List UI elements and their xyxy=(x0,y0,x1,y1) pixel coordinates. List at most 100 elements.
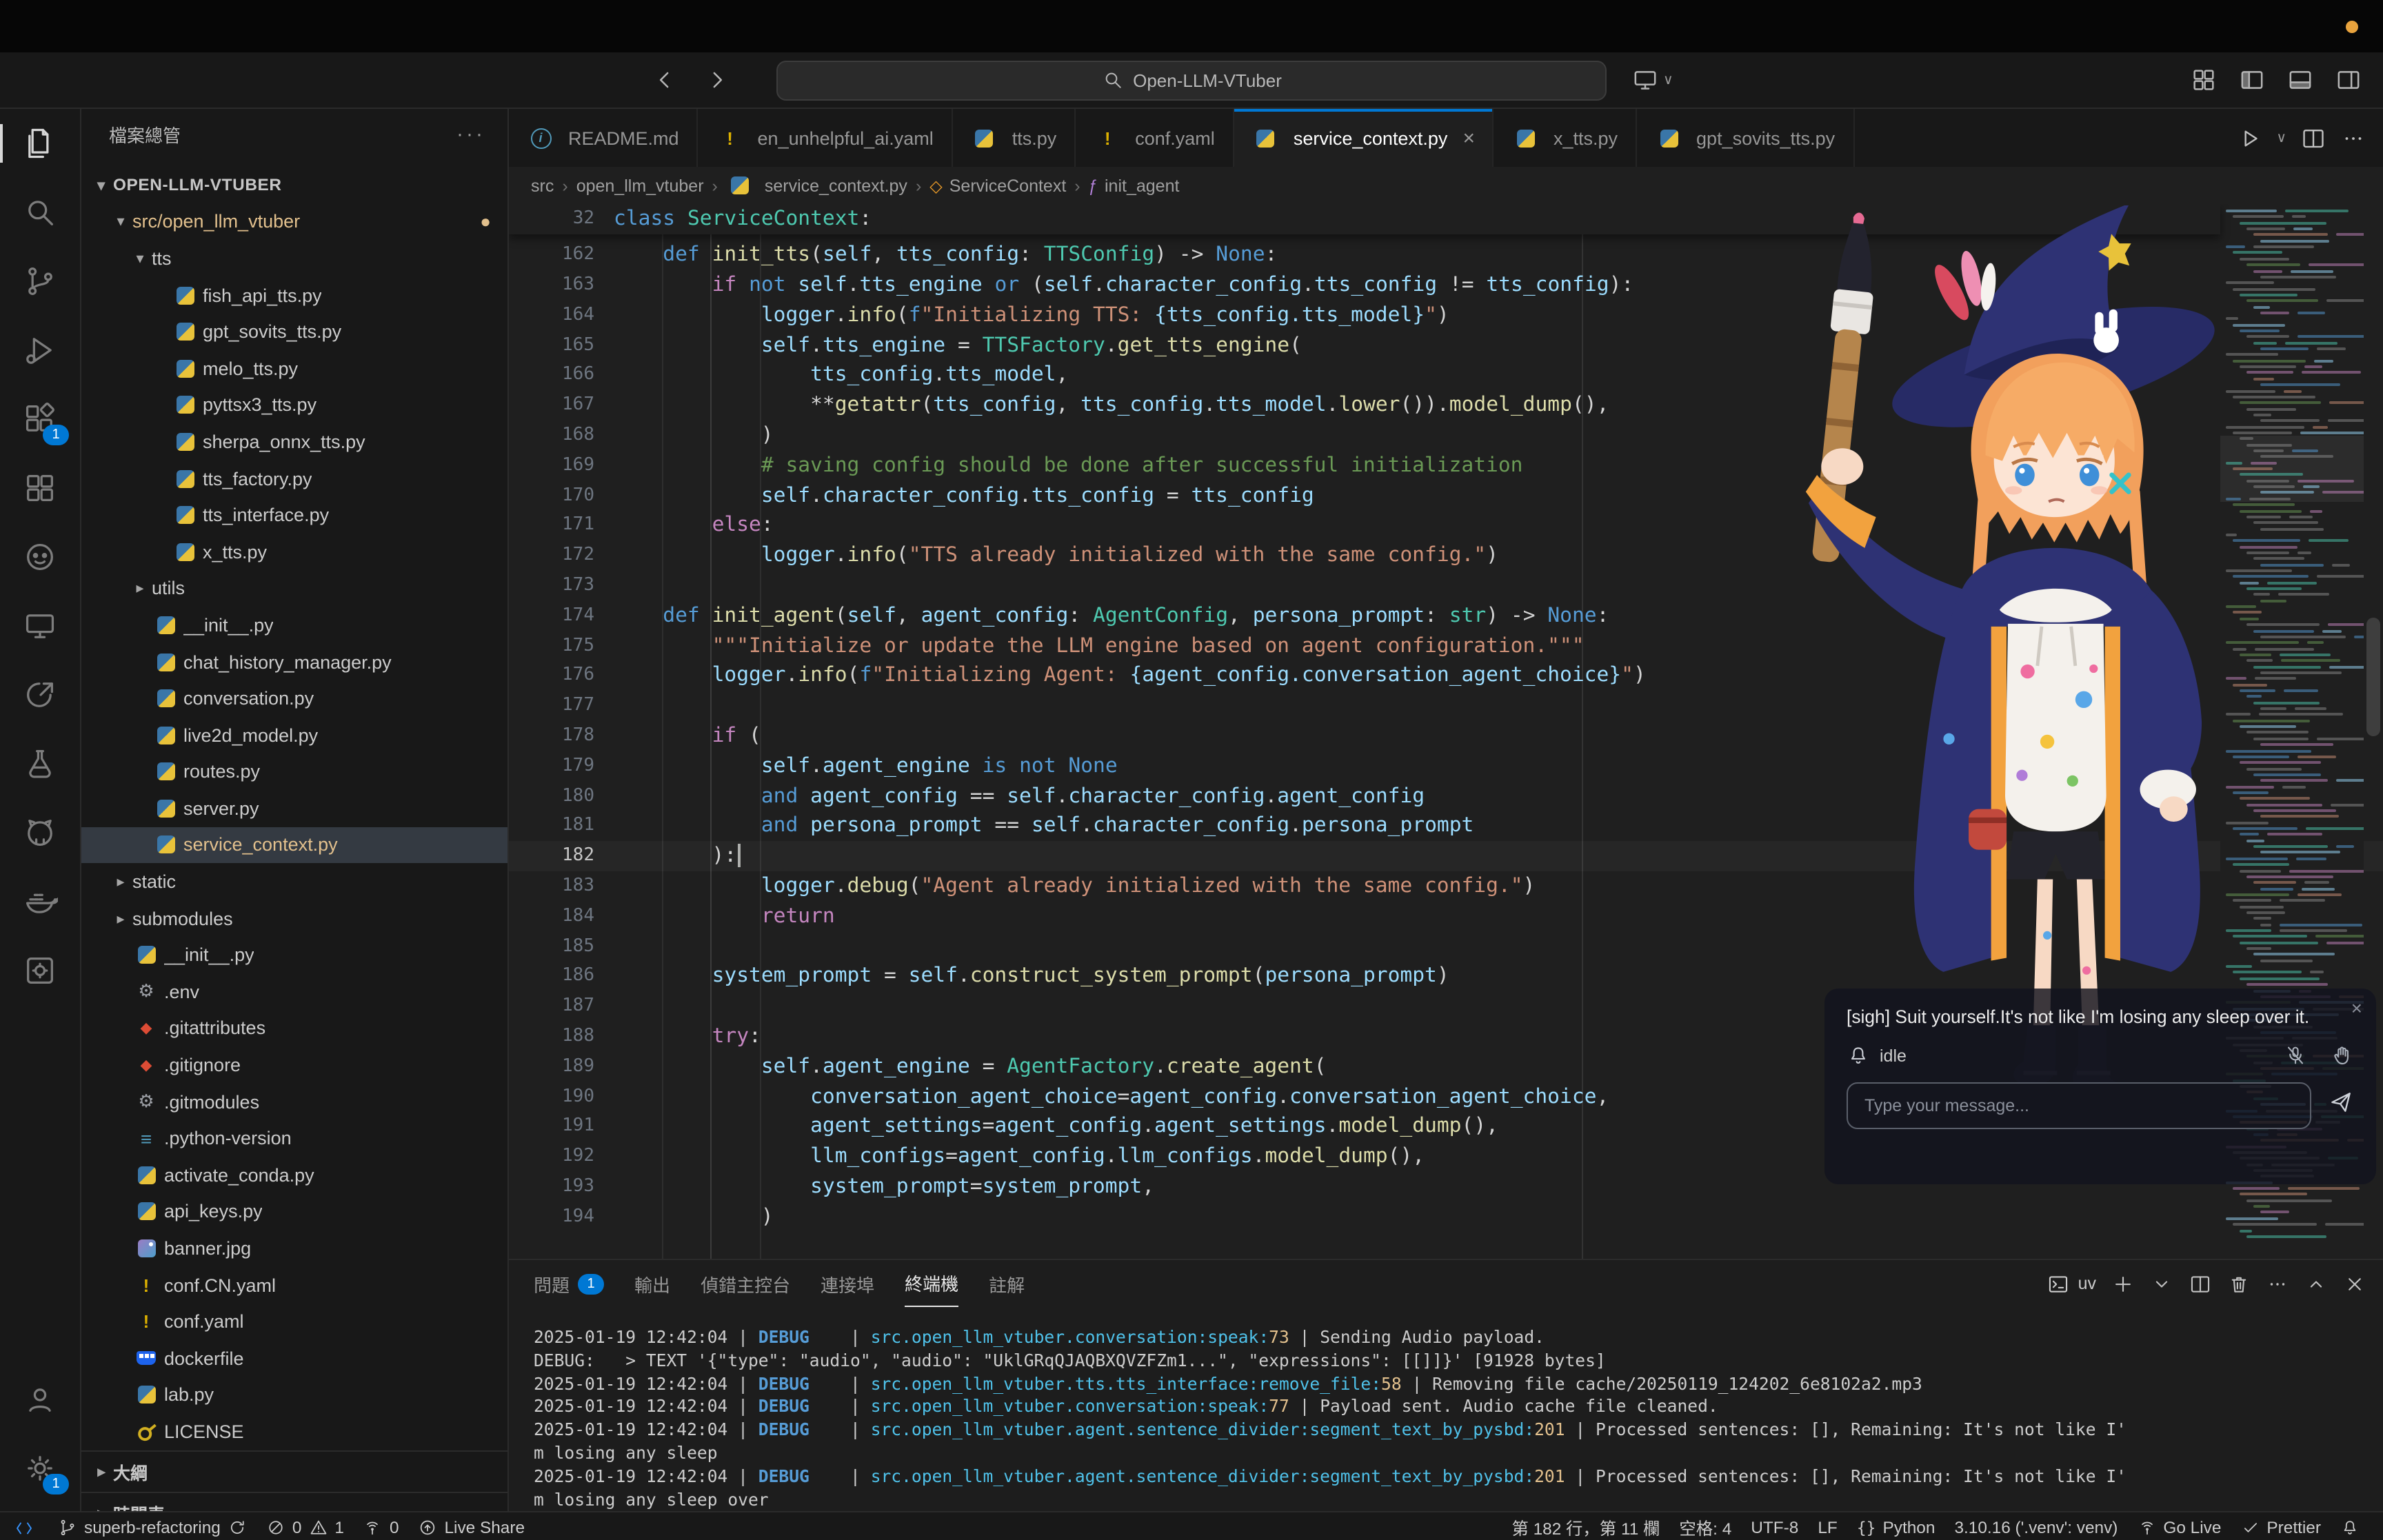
activity-live-share[interactable] xyxy=(0,660,80,729)
close-icon[interactable]: × xyxy=(2351,997,2362,1019)
tree-item-.env[interactable]: ⚙ .env xyxy=(81,973,507,1010)
explorer-more-actions[interactable]: ··· xyxy=(456,122,485,145)
status-go-live[interactable]: Go Live xyxy=(2127,1512,2231,1540)
status-indentation[interactable]: 空格: 4 xyxy=(1669,1512,1741,1540)
tree-item-OPEN-LLM-VTUBER[interactable]: ▾ OPEN-LLM-VTUBER xyxy=(81,167,507,203)
tree-item-conf.yaml[interactable]: ! conf.yaml xyxy=(81,1304,507,1340)
tree-item-.python-version[interactable]: ≡ .python-version xyxy=(81,1120,507,1157)
tree-item-fish_api_tts.py[interactable]: fish_api_tts.py xyxy=(81,277,507,314)
tree-item-tts_interface.py[interactable]: tts_interface.py xyxy=(81,497,507,534)
layout-left-icon[interactable] xyxy=(2237,65,2267,95)
sidebar-section-___[interactable]: ▸時間表 xyxy=(81,1491,507,1511)
code-line-32[interactable]: 32 class ServiceContext: xyxy=(509,204,872,234)
code-editor[interactable]: 161162 def init_tts(self, tts_config: TT… xyxy=(509,204,2383,1259)
arrow-forward-icon[interactable] xyxy=(701,63,734,97)
close-icon[interactable]: × xyxy=(1462,126,1475,150)
panel-tab-問題[interactable]: 問題 1 xyxy=(534,1260,605,1307)
status-ports[interactable]: 0 xyxy=(354,1512,409,1540)
tree-item-banner.jpg[interactable]: banner.jpg xyxy=(81,1230,507,1266)
tree-item-LICENSE[interactable]: LICENSE xyxy=(81,1413,507,1450)
tab-x_tts.py[interactable]: x_tts.py xyxy=(1494,109,1638,167)
status-encoding[interactable]: UTF-8 xyxy=(1741,1512,1808,1540)
activity-view-grid[interactable] xyxy=(0,454,80,523)
status-remote-window-indicator[interactable] xyxy=(0,1512,48,1540)
tree-item-__init__.py[interactable]: __init__.py xyxy=(81,607,507,643)
tree-item-conf.CN.yaml[interactable]: ! conf.CN.yaml xyxy=(81,1267,507,1304)
activity-explorer[interactable] xyxy=(0,109,80,178)
remote-window-button[interactable]: ∨ xyxy=(1630,65,1673,95)
tree-item-submodules[interactable]: ▸ submodules xyxy=(81,900,507,937)
status-live-share[interactable]: Live Share xyxy=(409,1512,535,1540)
activity-settings[interactable]: 1 xyxy=(0,1434,80,1503)
tree-item-pyttsx3_tts.py[interactable]: pyttsx3_tts.py xyxy=(81,387,507,423)
tree-item-src_open_llm_vtuber[interactable]: ▾ src/open_llm_vtuber ● xyxy=(81,203,507,240)
panel-tab-輸出[interactable]: 輸出 xyxy=(634,1260,670,1307)
tree-item-utils[interactable]: ▸ utils xyxy=(81,570,507,607)
new-terminal-icon[interactable] xyxy=(2111,1272,2135,1295)
tree-item-sherpa_onnx_tts.py[interactable]: sherpa_onnx_tts.py xyxy=(81,423,507,460)
tree-item-tts_factory.py[interactable]: tts_factory.py xyxy=(81,460,507,497)
breadcrumb-init_agent[interactable]: ƒ init_agent xyxy=(1089,176,1180,195)
tree-item-.gitmodules[interactable]: ⚙ .gitmodules xyxy=(81,1084,507,1120)
tree-item-routes.py[interactable]: routes.py xyxy=(81,753,507,790)
kill-terminal-icon[interactable] xyxy=(2227,1272,2251,1295)
layout-grid-icon[interactable] xyxy=(2189,65,2219,95)
panel-tab-偵錯主控台[interactable]: 偵錯主控台 xyxy=(701,1260,790,1307)
panel-tab-註解[interactable]: 註解 xyxy=(989,1260,1025,1307)
tree-item-live2d_model.py[interactable]: live2d_model.py xyxy=(81,717,507,753)
tab-conf.yaml[interactable]: ! conf.yaml xyxy=(1076,109,1234,167)
activity-run-and-debug[interactable] xyxy=(0,316,80,385)
split-editor-icon[interactable] xyxy=(2300,125,2326,151)
maximize-panel-icon[interactable] xyxy=(2304,1272,2328,1295)
activity-testing[interactable] xyxy=(0,729,80,798)
activity-search[interactable] xyxy=(0,178,80,247)
status-python-interpreter[interactable]: 3.10.16 ('.venv': venv) xyxy=(1944,1512,2127,1540)
tree-item-chat_history_manager.py[interactable]: chat_history_manager.py xyxy=(81,643,507,680)
send-icon[interactable] xyxy=(2328,1089,2354,1122)
activity-extensions[interactable]: 1 xyxy=(0,385,80,454)
status-eol[interactable]: LF xyxy=(1808,1512,1847,1540)
raise-hand-icon[interactable] xyxy=(2329,1044,2354,1068)
activity-remote-explorer[interactable] xyxy=(0,591,80,660)
status-prettier[interactable]: Prettier xyxy=(2231,1512,2331,1540)
tree-item-__init__.py[interactable]: __init__.py xyxy=(81,937,507,973)
tree-item-static[interactable]: ▸ static xyxy=(81,864,507,900)
activity-copilot-chat[interactable] xyxy=(0,523,80,591)
split-terminal-icon[interactable] xyxy=(2189,1272,2212,1295)
tree-item-api_keys.py[interactable]: api_keys.py xyxy=(81,1193,507,1230)
tree-item-dockerfile[interactable]: dockerfile xyxy=(81,1340,507,1377)
tree-item-tts[interactable]: ▾ tts xyxy=(81,240,507,276)
tab-tts.py[interactable]: tts.py xyxy=(952,109,1076,167)
breadcrumb-open_llm_vtuber[interactable]: open_llm_vtuber xyxy=(576,176,704,195)
activity-docker[interactable] xyxy=(0,867,80,936)
tab-gpt_sovits_tts.py[interactable]: gpt_sovits_tts.py xyxy=(1637,109,1855,167)
code-line-194[interactable]: 194 ) xyxy=(509,1202,2383,1232)
layout-right-icon[interactable] xyxy=(2333,65,2364,95)
tree-item-gpt_sovits_tts.py[interactable]: gpt_sovits_tts.py xyxy=(81,314,507,350)
microphone-off-icon[interactable] xyxy=(2282,1044,2307,1068)
run-python-file-icon[interactable] xyxy=(2236,125,2262,151)
breadcrumb-src[interactable]: src xyxy=(531,176,554,195)
terminal-profile[interactable]: uv xyxy=(2047,1272,2096,1295)
close-panel-icon[interactable] xyxy=(2343,1272,2366,1295)
tree-item-lab.py[interactable]: lab.py xyxy=(81,1377,507,1413)
panel-more-actions-icon[interactable] xyxy=(2266,1272,2289,1295)
tree-item-melo_tts.py[interactable]: melo_tts.py xyxy=(81,350,507,387)
tree-item-service_context.py[interactable]: service_context.py xyxy=(81,827,507,864)
tree-item-x_tts.py[interactable]: x_tts.py xyxy=(81,534,507,570)
command-center[interactable]: Open-LLM-VTuber xyxy=(776,60,1607,100)
panel-tab-終端機[interactable]: 終端機 xyxy=(905,1260,959,1307)
status-problems[interactable]: 01 xyxy=(257,1512,354,1540)
breadcrumb[interactable]: src › open_llm_vtuber › service_context.py › ◇… xyxy=(509,167,2383,204)
terminal-output[interactable]: 2025-01-19 12:42:04 | DEBUG | src.open_l… xyxy=(509,1307,2383,1511)
tree-item-server.py[interactable]: server.py xyxy=(81,790,507,827)
terminal-profile-dropdown-icon[interactable] xyxy=(2150,1272,2173,1295)
tree-item-.gitignore[interactable]: ◆ .gitignore xyxy=(81,1047,507,1084)
arrow-back-icon[interactable] xyxy=(648,63,681,97)
tree-item-conversation.py[interactable]: conversation.py xyxy=(81,680,507,717)
more-actions-icon[interactable] xyxy=(2340,125,2366,151)
status-git-branch[interactable]: superb-refactoring xyxy=(48,1512,257,1540)
scrollbar-thumb[interactable] xyxy=(2366,618,2380,736)
chevron-down-icon[interactable]: ∨ xyxy=(2276,130,2286,145)
tab-en_unhelpful_ai.yaml[interactable]: ! en_unhelpful_ai.yaml xyxy=(698,109,953,167)
